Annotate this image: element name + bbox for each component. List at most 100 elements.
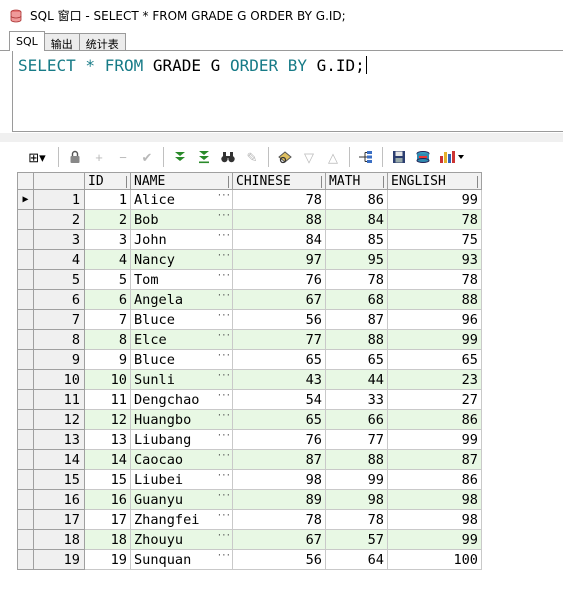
cell-english[interactable]: 87: [387, 449, 482, 470]
row-indicator[interactable]: [17, 229, 34, 250]
cell-english[interactable]: 93: [387, 249, 482, 270]
table-row[interactable]: 13 13 Liubang ··· 76 77 99: [17, 429, 482, 450]
cell-id[interactable]: 14: [84, 449, 131, 470]
lock-icon[interactable]: [63, 146, 87, 168]
cell-english[interactable]: 96: [387, 309, 482, 330]
row-indicator[interactable]: [17, 489, 34, 510]
cell-math[interactable]: 87: [325, 309, 388, 330]
row-number[interactable]: 19: [33, 549, 85, 570]
row-indicator[interactable]: [17, 269, 34, 290]
cell-chinese[interactable]: 76: [232, 269, 326, 290]
cell-id[interactable]: 10: [84, 369, 131, 390]
column-header-math[interactable]: MATH: [325, 172, 388, 190]
cell-math[interactable]: 88: [325, 449, 388, 470]
cell-chinese[interactable]: 78: [232, 509, 326, 530]
column-resize-handle[interactable]: [380, 175, 384, 188]
cell-math[interactable]: 78: [325, 509, 388, 530]
cell-chinese[interactable]: 89: [232, 489, 326, 510]
cell-english[interactable]: 98: [387, 489, 482, 510]
cell-chinese[interactable]: 56: [232, 309, 326, 330]
cell-edit-ellipsis-icon[interactable]: ···: [217, 291, 231, 301]
cell-chinese[interactable]: 97: [232, 249, 326, 270]
cell-edit-ellipsis-icon[interactable]: ···: [217, 531, 231, 541]
table-row[interactable]: 7 7 Bluce ··· 56 87 96: [17, 309, 482, 330]
row-indicator[interactable]: [17, 329, 34, 350]
table-row[interactable]: 10 10 Sunli ··· 43 44 23: [17, 369, 482, 390]
cell-math[interactable]: 68: [325, 289, 388, 310]
table-row[interactable]: 2 2 Bob ··· 88 84 78: [17, 209, 482, 230]
cell-name[interactable]: John ···: [130, 229, 233, 250]
row-number[interactable]: 2: [33, 209, 85, 230]
cell-edit-ellipsis-icon[interactable]: ···: [217, 431, 231, 441]
cell-edit-ellipsis-icon[interactable]: ···: [217, 551, 231, 561]
row-number[interactable]: 8: [33, 329, 85, 350]
cell-math[interactable]: 88: [325, 329, 388, 350]
cell-name[interactable]: Zhangfei ···: [130, 509, 233, 530]
cell-chinese[interactable]: 56: [232, 549, 326, 570]
chart-icon[interactable]: [435, 146, 469, 168]
cell-math[interactable]: 84: [325, 209, 388, 230]
post-changes-icon[interactable]: ✔: [135, 146, 159, 168]
previous-record-icon[interactable]: ▽: [297, 146, 321, 168]
cell-edit-ellipsis-icon[interactable]: ···: [217, 371, 231, 381]
cell-name[interactable]: Elce ···: [130, 329, 233, 350]
column-header-name[interactable]: NAME: [130, 172, 233, 190]
cell-math[interactable]: 33: [325, 389, 388, 410]
column-resize-handle[interactable]: [123, 175, 127, 188]
clear-icon[interactable]: ✎: [240, 146, 264, 168]
cell-edit-ellipsis-icon[interactable]: ···: [217, 211, 231, 221]
cell-math[interactable]: 78: [325, 269, 388, 290]
row-indicator[interactable]: [17, 209, 34, 230]
cell-chinese[interactable]: 98: [232, 469, 326, 490]
tab-sql[interactable]: SQL: [9, 31, 45, 51]
table-row[interactable]: ▶ 1 1 Alice ··· 78 86 99: [17, 189, 482, 210]
splitter[interactable]: [0, 133, 563, 142]
cell-id[interactable]: 18: [84, 529, 131, 550]
row-number[interactable]: 3: [33, 229, 85, 250]
cell-id[interactable]: 16: [84, 489, 131, 510]
cell-english[interactable]: 86: [387, 469, 482, 490]
cell-id[interactable]: 4: [84, 249, 131, 270]
row-indicator[interactable]: [17, 309, 34, 330]
column-header-english[interactable]: ENGLISH: [387, 172, 482, 190]
query-by-example-icon[interactable]: [273, 146, 297, 168]
sql-text[interactable]: SELECT * FROM GRADE G ORDER BY G.ID;: [18, 56, 367, 76]
cell-math[interactable]: 99: [325, 469, 388, 490]
cell-id[interactable]: 9: [84, 349, 131, 370]
cell-chinese[interactable]: 76: [232, 429, 326, 450]
row-number[interactable]: 17: [33, 509, 85, 530]
cell-chinese[interactable]: 87: [232, 449, 326, 470]
cell-name[interactable]: Alice ···: [130, 189, 233, 210]
row-number[interactable]: 4: [33, 249, 85, 270]
next-record-icon[interactable]: △: [321, 146, 345, 168]
cell-edit-ellipsis-icon[interactable]: ···: [217, 271, 231, 281]
cell-math[interactable]: 77: [325, 429, 388, 450]
row-number[interactable]: 12: [33, 409, 85, 430]
cell-id[interactable]: 6: [84, 289, 131, 310]
table-row[interactable]: 17 17 Zhangfei ··· 78 78 98: [17, 509, 482, 530]
cell-id[interactable]: 2: [84, 209, 131, 230]
table-row[interactable]: 15 15 Liubei ··· 98 99 86: [17, 469, 482, 490]
grid-menu-icon[interactable]: ⊞▾: [20, 146, 54, 168]
cell-name[interactable]: Caocao ···: [130, 449, 233, 470]
cell-chinese[interactable]: 78: [232, 189, 326, 210]
cell-math[interactable]: 95: [325, 249, 388, 270]
row-indicator[interactable]: [17, 409, 34, 430]
cell-name[interactable]: Bluce ···: [130, 349, 233, 370]
row-indicator[interactable]: [17, 469, 34, 490]
row-number[interactable]: 11: [33, 389, 85, 410]
cell-english[interactable]: 78: [387, 269, 482, 290]
cell-edit-ellipsis-icon[interactable]: ···: [217, 391, 231, 401]
row-indicator[interactable]: [17, 429, 34, 450]
cell-math[interactable]: 98: [325, 489, 388, 510]
cell-english[interactable]: 27: [387, 389, 482, 410]
cell-english[interactable]: 99: [387, 189, 482, 210]
row-indicator[interactable]: [17, 449, 34, 470]
cell-name[interactable]: Zhouyu ···: [130, 529, 233, 550]
row-indicator[interactable]: [17, 369, 34, 390]
table-row[interactable]: 11 11 Dengchao ··· 54 33 27: [17, 389, 482, 410]
cell-edit-ellipsis-icon[interactable]: ···: [217, 451, 231, 461]
tab-statistics[interactable]: 统计表: [78, 33, 126, 51]
cell-math[interactable]: 86: [325, 189, 388, 210]
cell-edit-ellipsis-icon[interactable]: ···: [217, 331, 231, 341]
